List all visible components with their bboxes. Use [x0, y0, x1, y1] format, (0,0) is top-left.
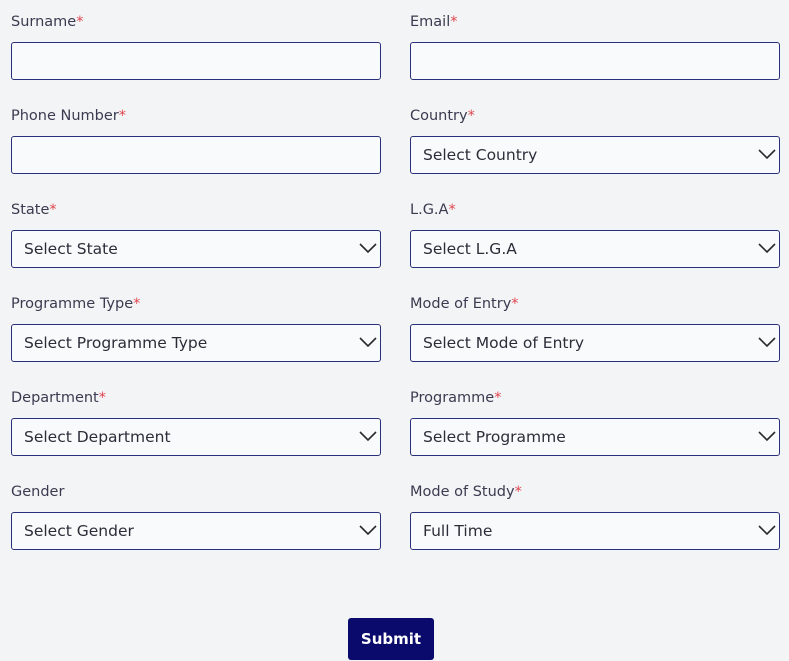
mode-of-study-label: Mode of Study*: [410, 484, 522, 500]
country-label: Country*: [410, 108, 475, 124]
required-asterisk: *: [49, 202, 57, 218]
surname-field: Surname*: [11, 12, 381, 80]
required-asterisk: *: [133, 296, 141, 312]
department-selected-value: Select Department: [24, 428, 171, 446]
gender-field: Gender Select Gender: [11, 482, 381, 550]
programme-selected-value: Select Programme: [423, 428, 566, 446]
department-select[interactable]: Select Department: [11, 418, 381, 456]
required-asterisk: *: [514, 484, 522, 500]
required-asterisk: *: [76, 14, 84, 30]
lga-selected-value: Select L.G.A: [423, 240, 517, 258]
required-asterisk: *: [98, 390, 106, 406]
lga-label: L.G.A*: [410, 202, 456, 218]
state-select[interactable]: Select State: [11, 230, 381, 268]
surname-input[interactable]: [11, 42, 381, 80]
department-label: Department*: [11, 390, 106, 406]
required-asterisk: *: [467, 108, 475, 124]
chevron-down-icon: [359, 243, 377, 254]
country-select[interactable]: Select Country: [410, 136, 780, 174]
required-asterisk: *: [494, 390, 502, 406]
country-field: Country* Select Country: [410, 106, 780, 174]
required-asterisk: *: [118, 108, 127, 124]
mode-of-study-field: Mode of Study* Full Time: [410, 482, 780, 550]
chevron-down-icon: [359, 431, 377, 442]
email-field: Email*: [410, 12, 780, 80]
registration-form: Surname* Email* Phone Number* Country* S…: [0, 0, 789, 661]
chevron-down-icon: [758, 431, 776, 442]
programme-type-label: Programme Type*: [11, 296, 141, 312]
programme-field: Programme* Select Programme: [410, 388, 780, 456]
state-label: State*: [11, 202, 57, 218]
required-asterisk: *: [511, 296, 519, 312]
chevron-down-icon: [758, 149, 776, 160]
programme-label: Programme*: [410, 390, 502, 406]
gender-label: Gender: [11, 484, 65, 500]
phone-number-input[interactable]: [11, 136, 381, 174]
required-asterisk: *: [448, 202, 456, 218]
email-input[interactable]: [410, 42, 780, 80]
department-field: Department* Select Department: [11, 388, 381, 456]
programme-type-select[interactable]: Select Programme Type: [11, 324, 381, 362]
chevron-down-icon: [758, 337, 776, 348]
submit-button[interactable]: Submit: [348, 618, 434, 660]
phone-number-field: Phone Number*: [11, 106, 381, 174]
mode-of-entry-field: Mode of Entry* Select Mode of Entry: [410, 294, 780, 362]
lga-select[interactable]: Select L.G.A: [410, 230, 780, 268]
required-asterisk: *: [450, 14, 458, 30]
surname-label: Surname*: [11, 14, 84, 30]
programme-select[interactable]: Select Programme: [410, 418, 780, 456]
mode-of-entry-label: Mode of Entry*: [410, 296, 519, 312]
chevron-down-icon: [758, 525, 776, 536]
gender-select[interactable]: Select Gender: [11, 512, 381, 550]
gender-selected-value: Select Gender: [24, 522, 134, 540]
mode-of-study-selected-value: Full Time: [423, 522, 493, 540]
mode-of-entry-select[interactable]: Select Mode of Entry: [410, 324, 780, 362]
state-selected-value: Select State: [24, 240, 118, 258]
chevron-down-icon: [758, 243, 776, 254]
mode-of-entry-selected-value: Select Mode of Entry: [423, 334, 585, 352]
lga-field: L.G.A* Select L.G.A: [410, 200, 780, 268]
mode-of-study-select[interactable]: Full Time: [410, 512, 780, 550]
email-label: Email*: [410, 14, 458, 30]
chevron-down-icon: [359, 337, 377, 348]
state-field: State* Select State: [11, 200, 381, 268]
phone-number-label: Phone Number*: [11, 108, 127, 124]
programme-type-field: Programme Type* Select Programme Type: [11, 294, 381, 362]
programme-type-selected-value: Select Programme Type: [24, 334, 208, 352]
country-selected-value: Select Country: [423, 146, 538, 164]
chevron-down-icon: [359, 525, 377, 536]
